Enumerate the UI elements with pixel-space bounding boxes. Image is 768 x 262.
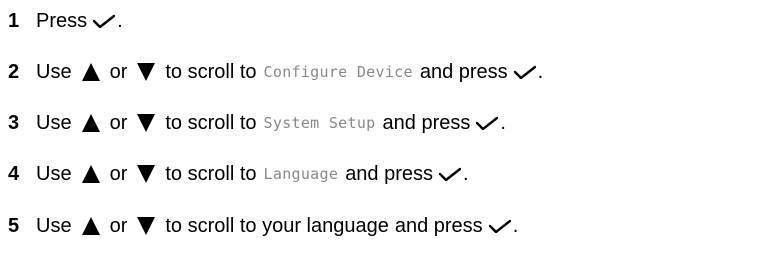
step-number: 1 <box>8 9 20 32</box>
step-text-or: or <box>109 111 128 134</box>
step-text-scroll: to scroll to <box>165 111 257 134</box>
step-text-and-press: and press <box>394 214 483 237</box>
step-text-scroll: to scroll to your language <box>165 214 389 237</box>
step-text-or: or <box>109 162 128 185</box>
up-arrow-icon <box>81 216 101 236</box>
step-text-and-press: and press <box>345 162 434 185</box>
step-text-and-press: and press <box>419 60 508 83</box>
up-arrow-icon <box>81 113 101 133</box>
step-text-use: Use <box>36 60 72 83</box>
step-end: . <box>537 60 544 83</box>
step-number: 2 <box>8 60 20 83</box>
down-arrow-icon <box>136 216 156 236</box>
down-arrow-icon <box>136 113 156 133</box>
step-text-use: Use <box>36 111 72 134</box>
step-text-scroll: to scroll to <box>165 60 257 83</box>
menu-item-label: Configure Device <box>263 63 413 81</box>
step-end: . <box>512 214 519 237</box>
step-number: 3 <box>8 111 20 134</box>
menu-item-label: Language <box>263 165 339 183</box>
checkmark-icon <box>488 219 511 233</box>
step-text-scroll: to scroll to <box>165 162 257 185</box>
step-3: 3 Use or to scroll to System Setup and p… <box>0 103 506 143</box>
checkmark-icon <box>476 116 499 130</box>
step-5: 5 Use or to scroll to your language and … <box>0 206 518 246</box>
step-end: . <box>463 162 469 185</box>
step-text-use: Use <box>36 214 72 237</box>
checkmark-icon <box>513 65 536 79</box>
menu-item-label: System Setup <box>263 114 376 132</box>
up-arrow-icon <box>81 62 101 82</box>
step-end: . <box>117 9 123 32</box>
step-2: 2 Use or to scroll to Configure Device a… <box>0 52 543 92</box>
step-text-use: Use <box>36 162 72 185</box>
step-text-or: or <box>109 60 128 83</box>
step-1: 1 Press . <box>0 1 123 41</box>
checkmark-icon <box>439 167 462 181</box>
step-4: 4 Use or to scroll to Language and press… <box>0 154 469 194</box>
down-arrow-icon <box>136 62 156 82</box>
step-text-and-press: and press <box>382 111 471 134</box>
step-text: Press <box>36 9 88 32</box>
checkmark-icon <box>93 14 116 28</box>
step-end: . <box>500 111 506 134</box>
step-number: 4 <box>8 162 20 185</box>
step-number: 5 <box>8 214 20 237</box>
down-arrow-icon <box>136 164 156 184</box>
step-text-or: or <box>109 214 128 237</box>
up-arrow-icon <box>81 164 101 184</box>
